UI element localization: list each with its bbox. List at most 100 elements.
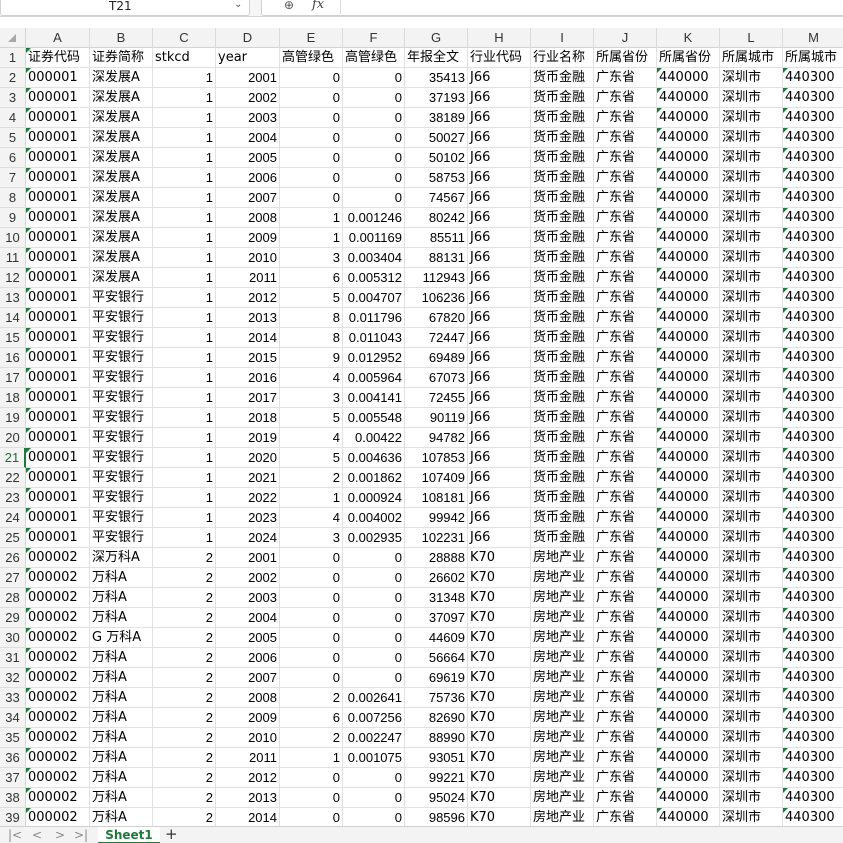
table-cell[interactable]: 广东省 (594, 308, 657, 328)
table-cell[interactable]: 房地产业 (531, 548, 594, 568)
table-cell[interactable]: J66 (468, 328, 531, 348)
table-cell[interactable]: 万科A (90, 808, 153, 826)
table-cell[interactable]: 99221 (405, 768, 468, 788)
table-cell[interactable]: 2 (153, 808, 216, 826)
table-cell[interactable]: 440000 (657, 488, 720, 508)
table-cell[interactable]: 广东省 (594, 588, 657, 608)
table-cell[interactable]: 26602 (405, 568, 468, 588)
table-cell[interactable]: 房地产业 (531, 708, 594, 728)
table-cell[interactable]: 000002 (26, 768, 90, 788)
table-cell[interactable]: 000002 (26, 728, 90, 748)
table-cell[interactable]: 2015 (216, 348, 280, 368)
table-cell[interactable]: 5 (280, 288, 343, 308)
table-cell[interactable]: 深发展A (90, 228, 153, 248)
field-header-cell[interactable]: 所属城市 (783, 48, 843, 68)
table-cell[interactable]: 货币金融 (531, 208, 594, 228)
table-cell[interactable]: 万科A (90, 668, 153, 688)
table-cell[interactable]: 广东省 (594, 468, 657, 488)
table-cell[interactable]: 广东省 (594, 368, 657, 388)
row-number-32[interactable]: 32 (0, 668, 26, 688)
table-cell[interactable]: 440300 (783, 708, 843, 728)
table-cell[interactable]: 72447 (405, 328, 468, 348)
table-cell[interactable]: 2001 (216, 548, 280, 568)
table-cell[interactable]: 平安银行 (90, 448, 153, 468)
table-cell[interactable]: 67820 (405, 308, 468, 328)
table-cell[interactable]: 1 (153, 288, 216, 308)
table-cell[interactable]: 0 (343, 628, 405, 648)
table-cell[interactable]: 广东省 (594, 208, 657, 228)
table-cell[interactable]: J66 (468, 168, 531, 188)
table-cell[interactable]: 货币金融 (531, 468, 594, 488)
table-cell[interactable]: 000002 (26, 668, 90, 688)
row-number-35[interactable]: 35 (0, 728, 26, 748)
table-cell[interactable]: 1 (153, 268, 216, 288)
name-box[interactable]: T21 (0, 0, 250, 16)
table-cell[interactable]: 深发展A (90, 148, 153, 168)
table-cell[interactable]: 1 (153, 448, 216, 468)
row-number-5[interactable]: 5 (0, 128, 26, 148)
table-cell[interactable]: J66 (468, 88, 531, 108)
table-cell[interactable]: 房地产业 (531, 788, 594, 808)
table-cell[interactable]: 广东省 (594, 668, 657, 688)
table-cell[interactable]: 广东省 (594, 688, 657, 708)
table-cell[interactable]: J66 (468, 208, 531, 228)
field-header-cell[interactable]: 证券简称 (90, 48, 153, 68)
table-cell[interactable]: 平安银行 (90, 328, 153, 348)
table-cell[interactable]: 深圳市 (720, 788, 783, 808)
table-cell[interactable]: 50102 (405, 148, 468, 168)
row-number-14[interactable]: 14 (0, 308, 26, 328)
row-number-12[interactable]: 12 (0, 268, 26, 288)
table-cell[interactable]: 1 (153, 148, 216, 168)
field-header-cell[interactable]: 行业代码 (468, 48, 531, 68)
table-cell[interactable]: 广东省 (594, 548, 657, 568)
table-cell[interactable]: 440300 (783, 808, 843, 826)
column-header-d[interactable]: D (216, 28, 280, 48)
table-cell[interactable]: 货币金融 (531, 288, 594, 308)
table-cell[interactable]: 0 (280, 568, 343, 588)
table-cell[interactable]: 88131 (405, 248, 468, 268)
table-cell[interactable]: 440000 (657, 608, 720, 628)
table-cell[interactable]: 2 (153, 768, 216, 788)
table-cell[interactable]: 440000 (657, 508, 720, 528)
table-cell[interactable]: 44609 (405, 628, 468, 648)
table-cell[interactable]: 1 (153, 168, 216, 188)
table-cell[interactable]: 440000 (657, 728, 720, 748)
row-number-38[interactable]: 38 (0, 788, 26, 808)
table-cell[interactable]: 深圳市 (720, 168, 783, 188)
table-cell[interactable]: 0.000924 (343, 488, 405, 508)
table-cell[interactable]: 000002 (26, 628, 90, 648)
table-cell[interactable]: 深发展A (90, 68, 153, 88)
table-cell[interactable]: 440300 (783, 768, 843, 788)
table-cell[interactable]: 0 (343, 108, 405, 128)
table-cell[interactable]: 0.002247 (343, 728, 405, 748)
table-cell[interactable]: 440000 (657, 768, 720, 788)
table-cell[interactable]: 2 (153, 648, 216, 668)
table-cell[interactable]: 深圳市 (720, 748, 783, 768)
table-cell[interactable]: 平安银行 (90, 528, 153, 548)
table-cell[interactable]: 440300 (783, 428, 843, 448)
table-cell[interactable]: 广东省 (594, 108, 657, 128)
table-cell[interactable]: 440300 (783, 228, 843, 248)
table-cell[interactable]: 440300 (783, 128, 843, 148)
field-header-cell[interactable]: 所属省份 (657, 48, 720, 68)
chevron-down-icon[interactable]: ⌄ (234, 0, 242, 10)
table-cell[interactable]: 440000 (657, 648, 720, 668)
table-cell[interactable]: 0.004002 (343, 508, 405, 528)
table-cell[interactable]: 万科A (90, 588, 153, 608)
table-cell[interactable]: 万科A (90, 688, 153, 708)
row-number-24[interactable]: 24 (0, 508, 26, 528)
row-number-11[interactable]: 11 (0, 248, 26, 268)
table-cell[interactable]: 平安银行 (90, 288, 153, 308)
row-number-27[interactable]: 27 (0, 568, 26, 588)
table-cell[interactable]: 0.012952 (343, 348, 405, 368)
table-cell[interactable]: 深发展A (90, 168, 153, 188)
table-cell[interactable]: 万科A (90, 788, 153, 808)
table-cell[interactable]: 平安银行 (90, 508, 153, 528)
table-cell[interactable]: 0.00422 (343, 428, 405, 448)
table-cell[interactable]: 2011 (216, 268, 280, 288)
table-cell[interactable]: 3 (280, 528, 343, 548)
table-cell[interactable]: 440300 (783, 268, 843, 288)
table-cell[interactable]: 2023 (216, 508, 280, 528)
table-cell[interactable]: 平安银行 (90, 308, 153, 328)
column-header-a[interactable]: A (26, 28, 90, 48)
